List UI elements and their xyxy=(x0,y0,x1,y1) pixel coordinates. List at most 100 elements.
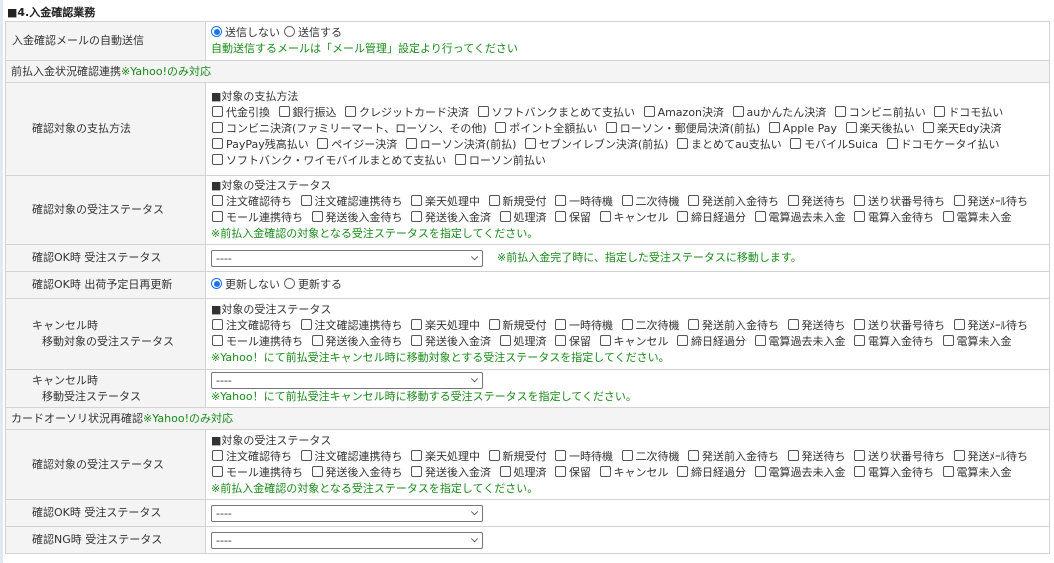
checkbox[interactable] xyxy=(599,211,611,222)
checkbox[interactable] xyxy=(854,211,865,222)
checkbox[interactable] xyxy=(317,138,329,149)
checkbox[interactable] xyxy=(212,195,223,206)
checkbox[interactable] xyxy=(488,195,500,206)
checkbox[interactable] xyxy=(555,211,566,222)
checkbox-option[interactable]: 注文確認連携待ち xyxy=(300,195,403,208)
checkbox-option[interactable]: ローソン決済(前払) xyxy=(405,138,516,151)
checkbox[interactable] xyxy=(278,106,290,117)
checkbox-option[interactable]: コンビニ決済(ファミリーマート、ローソン、その他) xyxy=(211,122,487,135)
checkbox[interactable] xyxy=(411,319,422,330)
checkbox[interactable] xyxy=(555,465,566,477)
checkbox-option[interactable]: 楽天処理中 xyxy=(410,319,480,332)
checkbox-option[interactable]: 電算入金待ち xyxy=(853,465,934,479)
checkbox-option[interactable]: 処理済 xyxy=(499,465,547,479)
checkbox-option[interactable]: 一時待機 xyxy=(554,449,613,463)
checkbox-option[interactable]: 注文確認連携待ち xyxy=(300,319,403,332)
checkbox[interactable] xyxy=(488,319,500,330)
checkbox[interactable] xyxy=(499,465,511,477)
checkbox-option[interactable]: 処理済 xyxy=(499,211,547,224)
checkbox[interactable] xyxy=(854,449,865,461)
checkbox[interactable] xyxy=(599,465,611,477)
checkbox-option[interactable]: 楽天後払い xyxy=(845,122,915,135)
checkbox-option[interactable]: 注文確認連携待ち xyxy=(300,449,403,463)
checkbox-option[interactable]: 電算過去未入金 xyxy=(754,211,846,224)
checkbox[interactable] xyxy=(754,465,766,477)
checkbox-option[interactable]: 楽天処理中 xyxy=(410,449,480,463)
checkbox[interactable] xyxy=(300,195,312,206)
checkbox[interactable] xyxy=(886,138,898,149)
checkbox[interactable] xyxy=(942,335,954,346)
checkbox-option[interactable]: 発送ﾒｰﾙ待ち xyxy=(953,449,1028,463)
checkbox-option[interactable]: 締日経過分 xyxy=(676,465,746,479)
checkbox-option[interactable]: 保留 xyxy=(554,211,591,224)
checkbox[interactable] xyxy=(787,319,799,330)
checkbox[interactable] xyxy=(495,122,507,133)
checkbox[interactable] xyxy=(621,449,633,461)
checkbox-option[interactable]: 発送待ち xyxy=(787,195,846,208)
radio-option[interactable]: 送信する xyxy=(284,26,342,39)
checkbox-option[interactable]: 送り状番号待ち xyxy=(853,449,945,463)
radio-option[interactable]: 更新する xyxy=(284,278,342,291)
checkbox-option[interactable]: 発送後入金待ち xyxy=(311,335,403,348)
checkbox-option[interactable]: セブンイレブン決済(前払) xyxy=(524,138,668,151)
checkbox[interactable] xyxy=(555,449,566,461)
checkbox-option[interactable]: ポイント全額払い xyxy=(494,122,597,135)
checkbox-option[interactable]: 保留 xyxy=(554,465,591,479)
checkbox-option[interactable]: ローソン・郵便局決済(前払) xyxy=(605,122,760,135)
checkbox[interactable] xyxy=(411,449,422,461)
checkbox-option[interactable]: 発送前入金待ち xyxy=(687,195,779,208)
checkbox-option[interactable]: 処理済 xyxy=(499,335,547,348)
checkbox-option[interactable]: 送り状番号待ち xyxy=(853,319,945,332)
checkbox[interactable] xyxy=(212,211,223,222)
checkbox[interactable] xyxy=(212,335,223,346)
checkbox-option[interactable]: 電算未入金 xyxy=(942,465,1012,479)
checkbox[interactable] xyxy=(411,211,422,222)
checkbox[interactable] xyxy=(345,106,356,117)
checkbox[interactable] xyxy=(854,465,865,477)
checkbox[interactable] xyxy=(834,106,846,117)
checkbox-option[interactable]: 電算過去未入金 xyxy=(754,465,846,479)
checkbox[interactable] xyxy=(212,154,223,165)
checkbox-option[interactable]: キャンセル xyxy=(599,211,669,224)
checkbox-option[interactable]: 二次待機 xyxy=(621,449,680,463)
checkbox[interactable] xyxy=(953,195,965,206)
checkbox[interactable] xyxy=(768,122,780,133)
checkbox-option[interactable]: 新規受付 xyxy=(488,319,547,332)
card-ok-status-select[interactable]: ---- ⌵ xyxy=(211,504,483,522)
checkbox[interactable] xyxy=(524,138,536,149)
checkbox-option[interactable]: モール連携待ち xyxy=(211,465,303,479)
checkbox[interactable] xyxy=(477,106,489,117)
checkbox-option[interactable]: モール連携待ち xyxy=(211,335,303,348)
checkbox-option[interactable]: 楽天Edy決済 xyxy=(922,122,1001,135)
checkbox[interactable] xyxy=(311,211,323,222)
checkbox-option[interactable]: 発送後入金済 xyxy=(410,211,491,224)
checkbox-option[interactable]: 一時待機 xyxy=(554,195,613,208)
checkbox[interactable] xyxy=(212,122,223,133)
radio-option[interactable]: 更新しない xyxy=(211,278,280,291)
checkbox-option[interactable]: ドコモケータイ払い xyxy=(886,138,1000,151)
checkbox-option[interactable]: ソフトバンクまとめて支払い xyxy=(477,106,635,119)
checkbox-option[interactable]: PayPay残高払い xyxy=(211,138,309,151)
checkbox-option[interactable]: 送り状番号待ち xyxy=(853,195,945,208)
checkbox[interactable] xyxy=(454,154,466,165)
checkbox-option[interactable]: キャンセル xyxy=(599,335,669,348)
checkbox[interactable] xyxy=(923,122,934,133)
checkbox[interactable] xyxy=(621,195,633,206)
checkbox[interactable] xyxy=(688,195,699,206)
checkbox-option[interactable]: モバイルSuica xyxy=(789,138,878,151)
checkbox[interactable] xyxy=(300,449,312,461)
cancel-move-status-select[interactable]: ---- ⌵ xyxy=(211,372,483,389)
checkbox[interactable] xyxy=(411,335,422,346)
checkbox[interactable] xyxy=(499,335,511,346)
checkbox[interactable] xyxy=(555,335,566,346)
checkbox-option[interactable]: 二次待機 xyxy=(621,319,680,332)
checkbox-option[interactable]: 二次待機 xyxy=(621,195,680,208)
checkbox[interactable] xyxy=(643,106,655,117)
checkbox-option[interactable]: 注文確認待ち xyxy=(211,195,292,208)
checkbox[interactable] xyxy=(953,319,965,330)
checkbox[interactable] xyxy=(854,195,865,206)
checkbox[interactable] xyxy=(688,449,699,461)
checkbox[interactable] xyxy=(732,106,744,117)
checkbox[interactable] xyxy=(677,211,688,222)
checkbox-option[interactable]: Apple Pay xyxy=(768,122,837,135)
